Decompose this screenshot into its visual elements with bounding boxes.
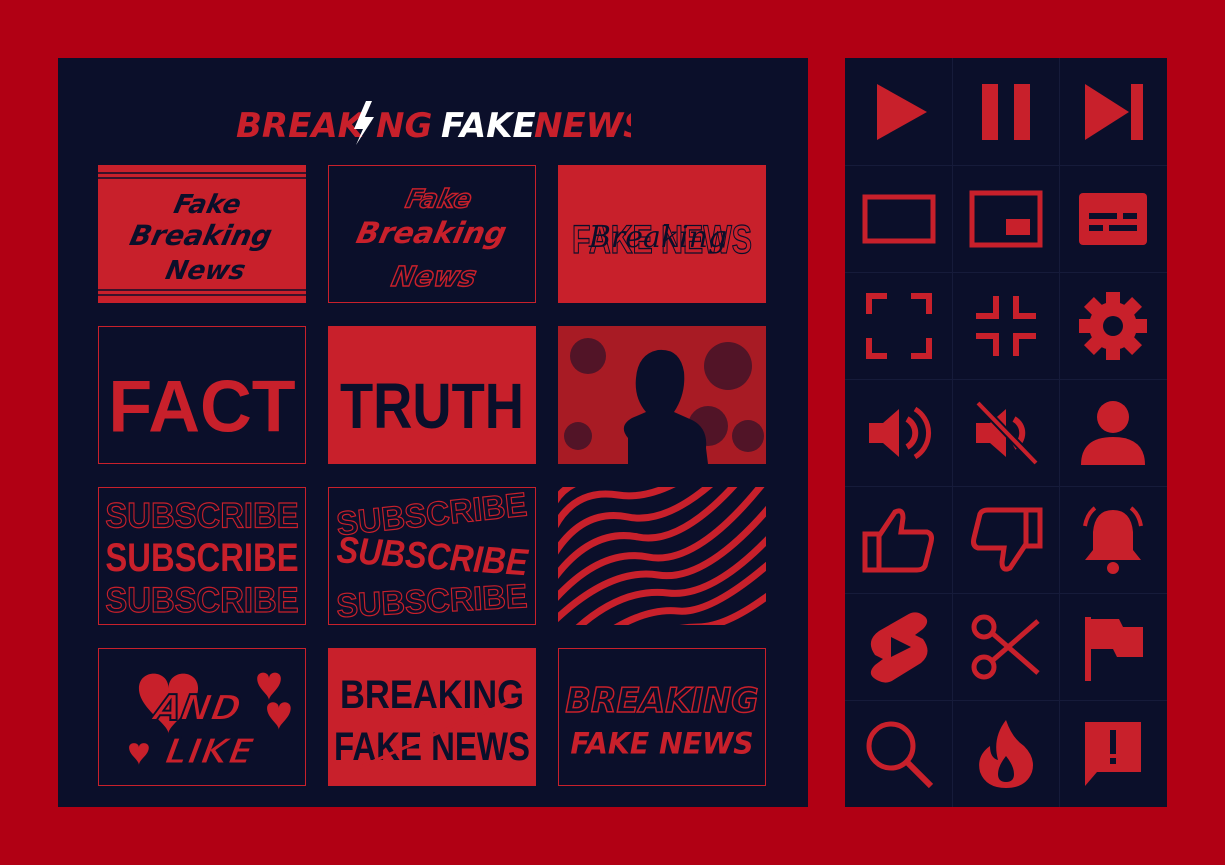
tile-zebra-stripes [558,487,766,625]
svg-text:FACT: FACT [108,366,295,447]
svg-text:FAKE NEWS: FAKE NEWS [570,726,753,760]
mute-icon[interactable] [952,379,1059,486]
svg-text:SUBSCRIBE: SUBSCRIBE [105,580,298,620]
sticker-sheet-panel: BREAK NG FAKE NEWS Fake Breaking News [58,58,808,807]
tile-breaking-fake-news-script: FAKE NEWS Breaking [558,165,766,303]
thumbs-down-icon[interactable] [952,486,1059,593]
tile-subscribe-wave: SUBSCRIBE SUBSCRIBE SUBSCRIBE [328,487,536,625]
svg-text:News: News [389,261,480,294]
tile-fake-breaking-news-filled: Fake Breaking News [98,165,306,303]
tile-breaking-fake-news-block: BREAKING FAKE NEWS [328,648,536,786]
fullscreen-icon[interactable] [845,272,952,379]
svg-text:TRUTH: TRUTH [340,370,524,442]
svg-text:Breaking: Breaking [127,219,275,252]
fire-icon[interactable] [952,700,1059,807]
tile-truth: TRUTH [328,326,536,464]
theater-mode-icon[interactable] [845,165,952,272]
tile-fact: FACT [98,326,306,464]
headline: BREAK NG FAKE NEWS [236,93,648,153]
headline-news: NEWS [534,106,631,146]
svg-text:Fake: Fake [403,185,475,215]
svg-text:Breaking: Breaking [353,216,509,251]
thumbs-up-icon[interactable] [845,486,952,593]
play-icon[interactable] [845,58,952,165]
exit-fullscreen-icon[interactable] [952,272,1059,379]
pause-icon[interactable] [952,58,1059,165]
svg-text:BREAKING: BREAKING [340,673,524,717]
settings-gear-icon[interactable] [1059,272,1166,379]
report-icon[interactable] [1059,700,1166,807]
icon-set-panel [845,58,1167,807]
shorts-icon[interactable] [845,593,952,700]
tile-breaking-fake-news-italic: BREAKING FAKE NEWS [558,648,766,786]
headline-fake: FAKE [441,106,536,146]
svg-text:SUBSCRIBE: SUBSCRIBE [105,536,298,580]
tile-silhouette-photo [558,326,766,464]
tile-and-like: AND LIKE [98,648,306,786]
svg-text:FAKE NEWS: FAKE NEWS [334,725,530,769]
captions-icon[interactable] [1059,165,1166,272]
svg-text:SUBSCRIBE: SUBSCRIBE [105,495,298,535]
miniplayer-icon[interactable] [952,165,1059,272]
svg-text:Fake: Fake [171,190,244,220]
svg-text:SUBSCRIBE: SUBSCRIBE [335,528,530,583]
skip-next-icon[interactable] [1059,58,1166,165]
svg-text:Breaking: Breaking [588,220,727,255]
tile-fake-breaking-news-outline: Fake Breaking News [328,165,536,303]
bell-icon[interactable] [1059,486,1166,593]
svg-text:News: News [163,256,248,286]
svg-text:BREAKING: BREAKING [565,681,758,720]
svg-text:AND: AND [148,688,245,729]
scissors-icon[interactable] [952,593,1059,700]
tile-subscribe-straight: SUBSCRIBE SUBSCRIBE SUBSCRIBE [98,487,306,625]
volume-icon[interactable] [845,379,952,486]
user-icon[interactable] [1059,379,1166,486]
headline-breaking-part2: NG [376,106,432,146]
svg-text:SUBSCRIBE: SUBSCRIBE [335,578,528,624]
svg-text:LIKE: LIKE [162,732,257,773]
headline-breaking-part1: BREAK [236,106,367,146]
flag-icon[interactable] [1059,593,1166,700]
search-icon[interactable] [845,700,952,807]
